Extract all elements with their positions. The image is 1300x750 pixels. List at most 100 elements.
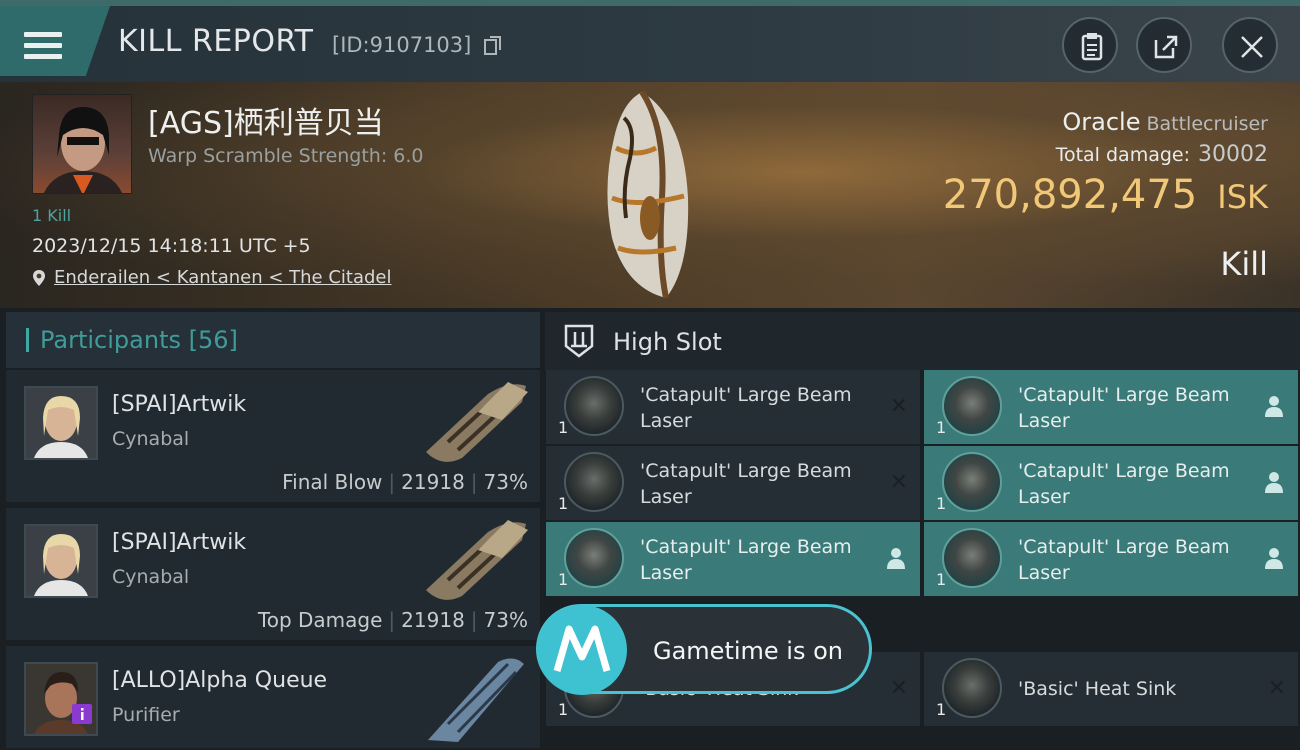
destroyed-icon: ✕ [1267,676,1286,701]
location-pin-icon [33,270,45,286]
isk-amount: 270,892,475 [942,172,1198,218]
ship-class: Battlecruiser [1146,113,1268,135]
participant-ship-image [426,382,528,462]
participant-ship-image [428,658,524,742]
share-icon [1154,35,1178,59]
participant-ship-image [426,520,528,600]
module-quantity: 1 [936,494,947,513]
laser-module-icon [564,376,624,436]
kill-datetime: 2023/12/15 14:18:11 UTC +5 [32,235,311,257]
participants-count: [56] [188,326,238,354]
page-title: KILL REPORT [118,24,314,59]
participant-stats: Top Damage | 21918 | 73% [257,608,528,632]
module-cell[interactable]: 1 'Catapult' Large Beam Laser [546,522,920,596]
laser-module-icon [564,528,624,588]
laser-module-icon [942,376,1002,436]
module-cell[interactable]: 1 'Catapult' Large Beam Laser [924,370,1298,444]
top-bar: KILL REPORT [ID:9107103] [0,0,1300,82]
copy-icon[interactable] [484,36,502,56]
module-cell[interactable]: 1 'Catapult' Large Beam Laser [924,446,1298,520]
participants-accent-bar [26,328,29,352]
victim-ship: Oracle Battlecruiser [1062,108,1268,136]
module-name: 'Catapult' Large Beam Laser [1018,384,1230,432]
share-button[interactable] [1136,17,1192,73]
menu-button[interactable] [0,6,110,76]
dropped-person-icon [887,548,905,569]
module-cell[interactable]: 1 'Catapult' Large Beam Laser ✕ [546,370,920,444]
kill-result: Kill [1220,245,1268,283]
laser-module-icon [942,452,1002,512]
dropped-person-icon [1265,472,1283,493]
participant-row[interactable]: [ALLO]Alpha Queue Purifier [6,646,540,750]
module-name: 'Catapult' Large Beam Laser [640,384,852,432]
close-icon [1241,36,1263,58]
participant-row[interactable]: [SPAI]Artwik Cynabal Top Damage | 21918 | 73… [6,508,540,642]
heat-sink-icon [942,658,1002,718]
participant-role: Final Blow [282,470,383,494]
participants-label: Participants [40,326,181,354]
report-id: [ID:9107103] [332,33,472,57]
participant-damage: 21918 [401,470,465,494]
laser-module-icon [942,528,1002,588]
victim-avatar[interactable] [32,94,132,194]
gametime-toast: Gametime is on [536,604,872,695]
ship-name: Oracle [1062,108,1141,136]
module-name: 'Catapult' Large Beam Laser [1018,536,1230,584]
location-link[interactable]: Enderailen < Kantanen < The Citadel [54,267,392,288]
destroyed-icon: ✕ [889,676,908,701]
module-quantity: 1 [936,570,947,589]
clipboard-icon [1081,33,1103,61]
total-damage-value: 30002 [1198,142,1268,167]
dropped-person-icon [1265,548,1283,569]
participant-name: [ALLO]Alpha Queue [112,668,328,693]
module-quantity: 1 [936,418,947,437]
motorola-logo-icon [537,605,627,695]
module-name: 'Catapult' Large Beam Laser [1018,460,1230,508]
participants-header[interactable]: Participants [56] [6,312,540,368]
participant-avatar[interactable] [24,386,98,460]
participant-name: [SPAI]Artwik [112,530,247,555]
destroyed-icon: ✕ [889,470,908,495]
high-slot-label: High Slot [613,328,722,356]
module-name: 'Catapult' Large Beam Laser [640,536,852,584]
participant-percent: 73% [483,608,528,632]
kill-location[interactable]: Enderailen < Kantanen < The Citadel [32,267,392,288]
participants-title: Participants [56] [40,326,238,354]
participant-ship: Purifier [112,704,180,726]
dropped-person-icon [1265,396,1283,417]
module-quantity: 1 [558,494,569,513]
module-quantity: 1 [936,700,947,719]
high-slot-icon [564,324,594,358]
participant-name: [SPAI]Artwik [112,392,247,417]
module-cell[interactable]: 1 'Catapult' Large Beam Laser [924,522,1298,596]
participant-ship: Cynabal [112,566,190,588]
info-badge-icon [72,704,92,724]
participant-avatar[interactable] [24,662,98,736]
destroyed-icon: ✕ [889,394,908,419]
toast-text: Gametime is on [653,637,843,665]
victim-name: [AGS]栖利普贝当 [148,106,384,141]
module-cell[interactable]: 1 'Catapult' Large Beam Laser ✕ [546,446,920,520]
participant-damage: 21918 [401,608,465,632]
kill-count: 1 Kill [32,206,72,225]
module-quantity: 1 [558,700,569,719]
isk-unit: ISK [1217,178,1268,216]
participant-row[interactable]: [SPAI]Artwik Cynabal Final Blow | 21918 | 73… [6,370,540,504]
participant-percent: 73% [483,470,528,494]
menu-icon [24,30,62,60]
clipboard-button[interactable] [1062,17,1118,73]
participant-ship: Cynabal [112,428,190,450]
laser-module-icon [564,452,624,512]
module-name: 'Catapult' Large Beam Laser [640,460,852,508]
module-cell[interactable]: 1 'Basic' Heat Sink ✕ [924,652,1298,726]
total-damage: Total damage: 30002 [1056,142,1268,167]
participant-avatar[interactable] [24,524,98,598]
close-button[interactable] [1222,17,1278,73]
module-name: 'Basic' Heat Sink [1018,678,1177,700]
module-quantity: 1 [558,418,569,437]
total-damage-label: Total damage: [1055,144,1190,166]
participant-stats: Final Blow | 21918 | 73% [282,470,528,494]
module-quantity: 1 [558,570,569,589]
isk-value: 270,892,475 ISK [943,172,1268,218]
high-slot-header: High Slot [545,312,1300,370]
